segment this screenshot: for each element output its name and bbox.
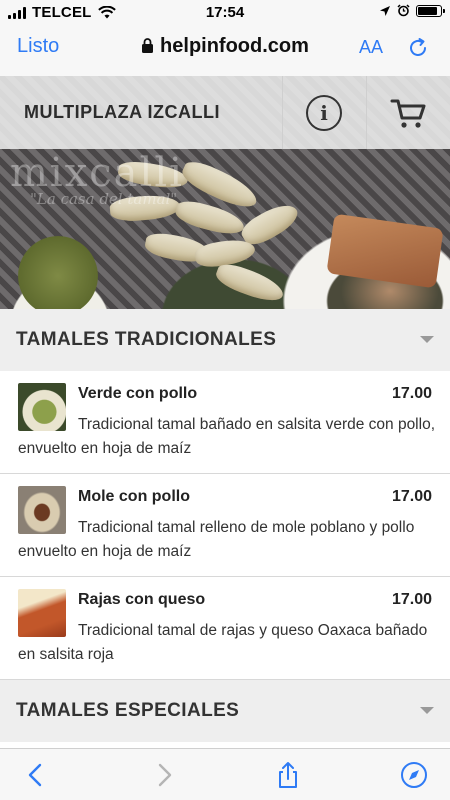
section-header-tamales-tradicionales[interactable]: TAMALES TRADICIONALES xyxy=(0,309,450,371)
item-name: Mole con pollo xyxy=(78,488,190,505)
store-name: MULTIPLAZA IZCALLI xyxy=(24,102,220,122)
watermark-tagline: "La casa del tamal" xyxy=(30,190,178,208)
menu-item[interactable]: Verde con pollo 17.00 Tradicional tamal … xyxy=(0,371,450,474)
item-name: Verde con pollo xyxy=(78,385,198,402)
battery-icon xyxy=(416,4,445,17)
cart-icon[interactable] xyxy=(390,96,428,130)
header-divider xyxy=(282,76,283,149)
item-price: 17.00 xyxy=(391,488,432,505)
green-tamal-plate xyxy=(18,236,98,309)
chevron-down-icon xyxy=(420,707,434,714)
reload-icon[interactable] xyxy=(406,36,430,60)
status-right xyxy=(379,4,445,17)
forward-arrow-icon[interactable] xyxy=(150,761,178,789)
item-description: Tradicional tamal bañado en salsita verd… xyxy=(18,416,435,457)
browser-toolbar xyxy=(0,748,450,800)
section-title: TAMALES TRADICIONALES xyxy=(16,329,277,350)
location-arrow-icon xyxy=(380,5,390,16)
banana-leaf-tamal xyxy=(326,213,444,289)
item-price: 17.00 xyxy=(391,385,432,402)
item-name: Rajas con queso xyxy=(78,591,206,608)
site-header: MULTIPLAZA IZCALLI i xyxy=(0,76,450,149)
info-icon[interactable]: i xyxy=(306,95,342,131)
battery-fill xyxy=(418,6,437,15)
header-divider xyxy=(366,76,367,149)
tamal-shape xyxy=(213,259,287,307)
menu-item[interactable]: Mole con pollo 17.00 Tradicional tamal r… xyxy=(0,474,450,577)
item-price: 17.00 xyxy=(391,591,432,608)
text-size-button[interactable]: AA xyxy=(359,37,383,58)
compass-icon[interactable] xyxy=(400,761,428,789)
item-description: Tradicional tamal relleno de mole poblan… xyxy=(18,519,415,560)
lock-icon xyxy=(142,38,154,53)
item-description: Tradicional tamal de rajas y queso Oaxac… xyxy=(18,622,428,663)
url-text: helpinfood.com xyxy=(160,35,309,57)
section-title: TAMALES ESPECIALES xyxy=(16,700,240,721)
chevron-down-icon xyxy=(420,336,434,343)
menu-item[interactable]: Rajas con queso 17.00 Tradicional tamal … xyxy=(0,577,450,680)
back-arrow-icon[interactable] xyxy=(22,761,50,789)
status-bar: TELCEL 17:54 xyxy=(0,0,450,24)
hero-image: mixcalli "La casa del tamal" MULTIPLAZA … xyxy=(0,76,450,309)
alarm-icon xyxy=(397,4,410,17)
section-header-tamales-especiales[interactable]: TAMALES ESPECIALES xyxy=(0,680,450,742)
browser-address-bar: Listo helpinfood.com AA xyxy=(0,24,450,76)
share-icon[interactable] xyxy=(274,761,302,789)
